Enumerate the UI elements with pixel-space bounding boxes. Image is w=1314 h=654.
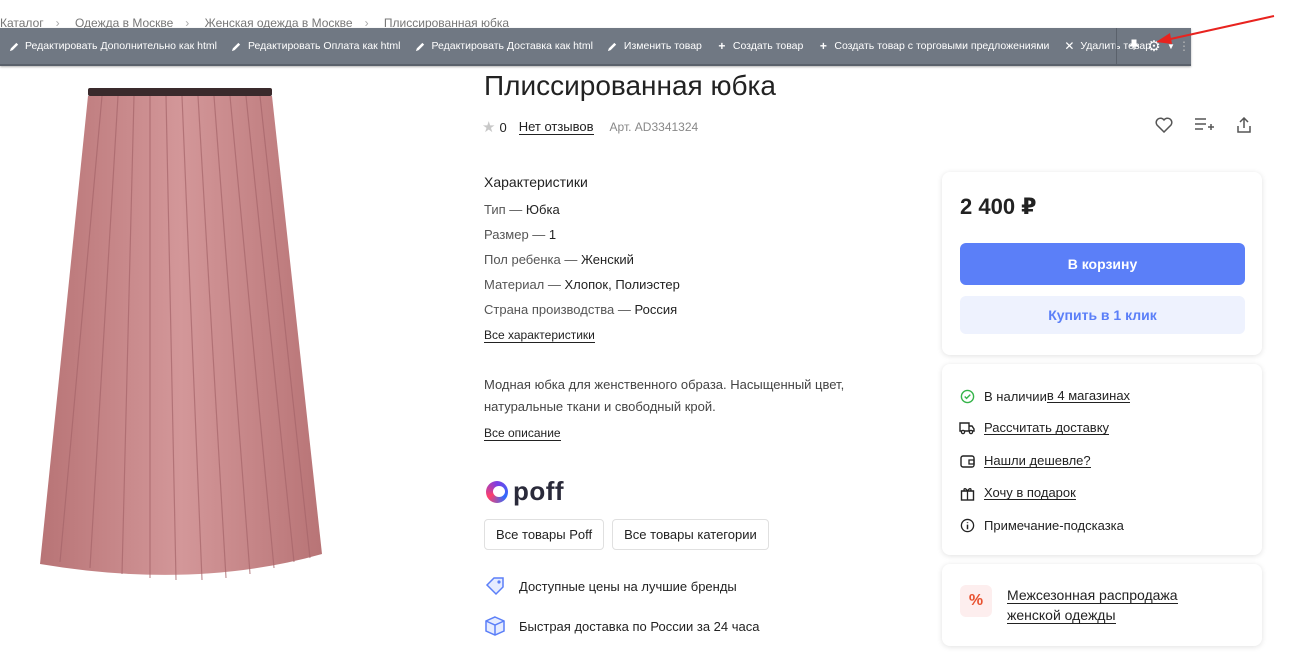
breadcrumb-separator: › (185, 16, 190, 28)
breadcrumb-item[interactable]: Каталог (0, 16, 44, 28)
add-to-cart-button[interactable]: В корзину (960, 243, 1245, 285)
want-gift-link[interactable]: Хочу в подарок (984, 486, 1076, 500)
stock-prefix: В наличии (984, 388, 1047, 404)
all-category-products-button[interactable]: Все товары категории (612, 519, 769, 550)
feature-label: Быстрая доставка по России за 24 часа (519, 618, 760, 634)
product-meta: ★ 0 Нет отзывов Арт. AD3341324 (482, 118, 698, 136)
char-key: Материал — (484, 277, 565, 292)
brand-logo-icon (486, 480, 508, 503)
percent-icon: % (960, 585, 992, 617)
admin-item-label: Редактировать Доставка как html (431, 40, 593, 52)
info-icon (958, 516, 976, 534)
all-characteristics-link[interactable]: Все характеристики (484, 329, 595, 343)
characteristic-row: Материал — Хлопок, Полиэстер (484, 277, 680, 293)
plus-icon: + (819, 39, 827, 53)
admin-item-label: Изменить товар (623, 40, 702, 52)
truck-icon (958, 419, 976, 437)
breadcrumb-item: Плиссированная юбка (383, 16, 510, 28)
brand-logo[interactable]: poff (486, 476, 564, 507)
price-card: 2 400 ₽ В корзину Купить в 1 клик (942, 172, 1262, 355)
char-key: Страна производства — (484, 302, 635, 317)
all-brand-products-button[interactable]: Все товары Poff (484, 519, 605, 550)
characteristics-heading: Характеристики (484, 174, 588, 190)
characteristic-row: Пол ребенка — Женский (484, 252, 680, 268)
annotation-arrow (1156, 15, 1275, 44)
promo-text: Межсезонная распродажа женской одежды (1007, 587, 1178, 624)
rating-count: 0 (499, 119, 507, 135)
wallet-icon (958, 452, 976, 470)
admin-item-label: Создать товар с торговыми предложениями (834, 40, 1050, 52)
characteristics: Характеристики Тип — Юбка Размер — 1 Пол… (484, 174, 680, 343)
gift-icon (958, 484, 976, 502)
brand-name: poff (513, 476, 565, 506)
reviews-link[interactable]: Нет отзывов (518, 119, 594, 135)
gift-info[interactable]: Хочу в подарок (958, 484, 1076, 502)
calc-delivery-link[interactable]: Рассчитать доставку (984, 421, 1110, 435)
characteristic-row: Размер — 1 (484, 227, 680, 243)
box-icon (485, 616, 505, 636)
pencil-icon (231, 40, 243, 52)
admin-toolbar: Редактировать Дополнительно как html Ред… (0, 28, 1191, 66)
stores-link[interactable]: в 4 магазинах (1046, 389, 1131, 403)
char-value: Россия (634, 302, 678, 317)
feature-label: Доступные цены на лучшие бренды (519, 578, 737, 594)
edit-product-button[interactable]: Изменить товар (607, 40, 702, 52)
char-value: 1 (548, 227, 557, 242)
plus-icon: + (718, 39, 726, 53)
price-tag-icon (485, 577, 504, 596)
breadcrumb-item[interactable]: Женская одежда в Москве (205, 16, 353, 28)
feature-item: Доступные цены на лучшие бренды (484, 575, 737, 597)
compare-icon[interactable] (1192, 114, 1216, 136)
share-icon[interactable] (1232, 114, 1256, 136)
buy-one-click-button[interactable]: Купить в 1 клик (960, 296, 1245, 334)
delivery-info[interactable]: Рассчитать доставку (958, 419, 1110, 437)
product-description: Модная юбка для женственного образа. Нас… (484, 377, 845, 414)
product-actions (1152, 114, 1272, 136)
pencil-icon (8, 40, 20, 52)
feature-item: Быстрая доставка по России за 24 часа (484, 615, 759, 637)
pencil-icon (607, 40, 619, 52)
note-text: Примечание-подсказка (984, 517, 1124, 533)
characteristic-row: Тип — Юбка (484, 202, 680, 218)
close-icon: ✕ (1064, 39, 1075, 53)
found-cheaper-link[interactable]: Нашли дешевле? (984, 454, 1091, 468)
product-image[interactable] (30, 84, 360, 594)
admin-item-label: Редактировать Дополнительно как html (25, 40, 217, 52)
char-value: Хлопок, Полиэстер (564, 277, 680, 292)
edit-additional-button[interactable]: Редактировать Дополнительно как html (8, 40, 217, 52)
product-title: Плиссированная юбка (484, 70, 776, 101)
char-key: Пол ребенка — (484, 252, 581, 267)
info-card: В наличии в 4 магазинах Рассчитать доста… (942, 364, 1262, 555)
cheaper-info[interactable]: Нашли дешевле? (958, 452, 1091, 470)
brand-links: Все товары Poff Все товары категории (484, 519, 777, 550)
stock-info: В наличии в 4 магазинах (958, 387, 1131, 405)
breadcrumb-separator: › (55, 16, 60, 28)
edit-delivery-button[interactable]: Редактировать Доставка как html (414, 40, 593, 52)
breadcrumb-item[interactable]: Одежда в Москве (75, 16, 173, 28)
pencil-icon (414, 40, 426, 52)
char-key: Размер — (484, 227, 549, 242)
product-price: 2 400 ₽ (960, 194, 1037, 219)
breadcrumb: Каталог › Одежда в Москве › Женская одежда… (0, 16, 521, 28)
all-description-link[interactable]: Все описание (484, 427, 561, 441)
star-icon: ★ (482, 119, 496, 136)
sku: Арт. AD3341324 (609, 120, 699, 134)
promo-link[interactable]: Межсезонная распродажа женской одежды (1007, 585, 1227, 625)
char-value: Женский (580, 252, 634, 267)
heart-icon[interactable] (1152, 114, 1176, 136)
note-info: Примечание-подсказка (958, 516, 1124, 534)
create-product-button[interactable]: + Создать товар (716, 39, 804, 53)
char-key: Тип — (484, 202, 526, 217)
edit-payment-button[interactable]: Редактировать Оплата как html (231, 40, 401, 52)
promo-card[interactable]: % Межсезонная распродажа женской одежды (942, 564, 1262, 646)
characteristic-row: Страна производства — Россия (484, 302, 680, 318)
create-product-offers-button[interactable]: + Создать товар с торговыми предложениям… (817, 39, 1050, 53)
check-circle-icon (958, 387, 976, 405)
breadcrumb-separator: › (364, 16, 369, 28)
admin-item-label: Редактировать Оплата как html (247, 40, 401, 52)
char-value: Юбка (525, 202, 560, 217)
admin-item-label: Создать товар (732, 40, 804, 52)
pin-icon[interactable] (1125, 39, 1143, 54)
